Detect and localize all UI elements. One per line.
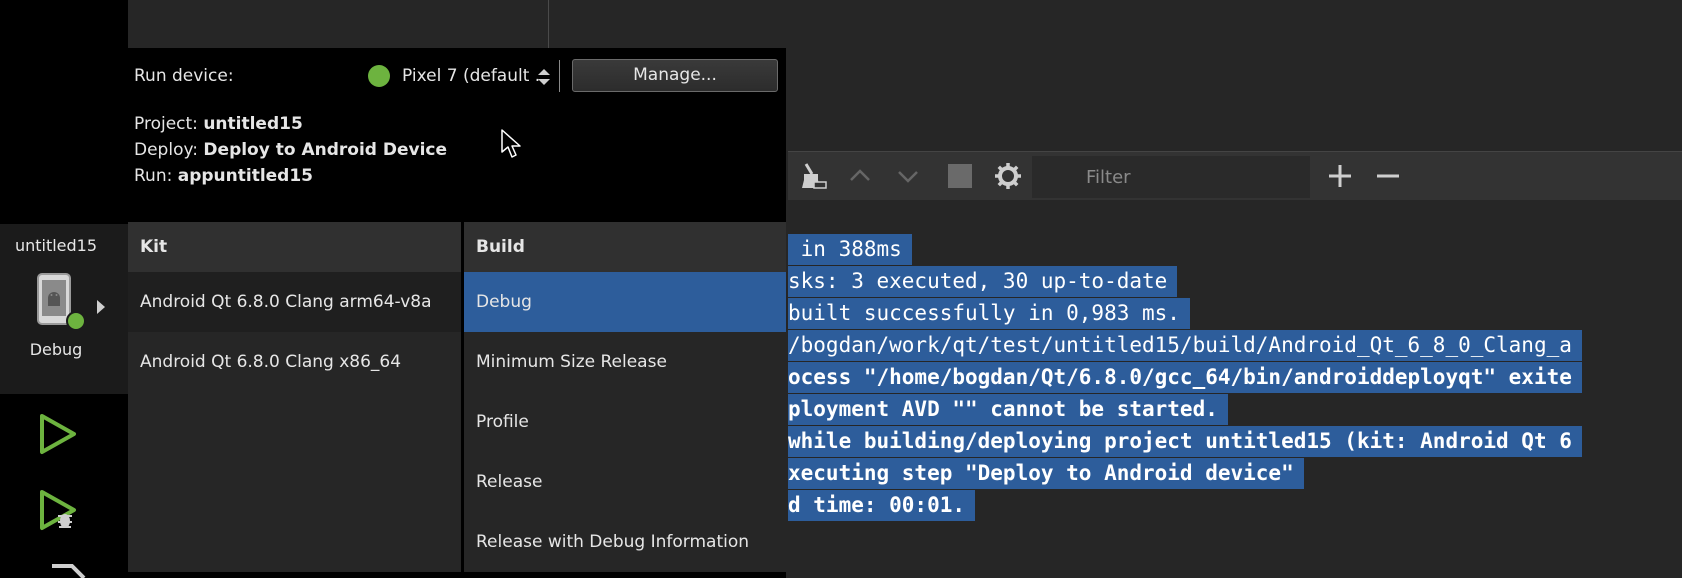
output-line: while building/deploying project untitle… [788, 426, 1582, 457]
popup-bottom-edge [128, 572, 786, 578]
kit-list: Android Qt 6.8.0 Clang arm64-v8a Android… [128, 222, 461, 572]
deploy-info: Deploy: Deploy to Android Device [134, 140, 447, 160]
output-line: in 388ms [788, 234, 912, 265]
chevron-right-icon[interactable] [97, 300, 105, 314]
project-info: Project: untitled15 [134, 114, 303, 134]
debug-run-icon[interactable] [38, 488, 78, 534]
run-device-select[interactable]: Pixel 7 (default ... [402, 66, 542, 86]
output-line: xecuting step "Deploy to Android device" [788, 458, 1304, 489]
build-icon[interactable] [50, 564, 86, 578]
stop-icon[interactable] [948, 164, 972, 188]
output-line: d time: 00:01. [788, 490, 976, 521]
run-device-label: Run device: [134, 66, 234, 86]
build-item[interactable]: Release with Debug Information [464, 512, 786, 572]
build-list: Debug Minimum Size Release Profile Relea… [464, 222, 786, 572]
build-item[interactable]: Minimum Size Release [464, 332, 786, 392]
editor-split-divider[interactable] [548, 0, 549, 48]
build-item[interactable]: Debug [464, 272, 786, 332]
output-pane[interactable]: in 388ms sks: 3 executed, 30 up-to-date … [788, 200, 1682, 578]
output-line: ocess "/home/bogdan/Qt/6.8.0/gcc_64/bin/… [788, 362, 1582, 393]
deploy-value: Deploy to Android Device [203, 140, 448, 160]
minus-icon[interactable] [1374, 162, 1402, 190]
kit-item[interactable]: Android Qt 6.8.0 Clang x86_64 [128, 332, 461, 392]
target-project-name: untitled15 [14, 236, 98, 255]
target-build-config: Debug [29, 340, 83, 359]
device-status-icon [66, 311, 86, 331]
plus-icon[interactable] [1326, 162, 1354, 190]
run-label: Run: [134, 166, 173, 186]
spinner-arrows-icon[interactable] [536, 66, 552, 88]
device-online-icon [368, 65, 390, 87]
project-value: untitled15 [203, 114, 303, 134]
output-line: ployment AVD "" cannot be started. [788, 394, 1228, 425]
build-item[interactable]: Profile [464, 392, 786, 452]
gear-icon[interactable] [994, 162, 1022, 190]
run-info: Run: appuntitled15 [134, 166, 313, 186]
kit-item[interactable]: Android Qt 6.8.0 Clang arm64-v8a [128, 272, 461, 332]
run-value: appuntitled15 [177, 166, 314, 186]
separator [559, 60, 560, 92]
chevron-up-icon[interactable] [848, 164, 872, 188]
filter-input[interactable] [1084, 160, 1304, 194]
build-column-header: Build [464, 222, 786, 272]
run-icon[interactable] [38, 412, 78, 456]
kit-column-header: Kit [128, 222, 461, 272]
clear-icon[interactable] [800, 162, 828, 190]
chevron-down-icon[interactable] [896, 164, 920, 188]
mouse-cursor-icon [501, 129, 521, 158]
output-line: sks: 3 executed, 30 up-to-date [788, 266, 1178, 297]
manage-button[interactable]: Manage... [572, 59, 778, 92]
build-item[interactable]: Release [464, 452, 786, 512]
output-line: /bogdan/work/qt/test/untitled15/build/An… [788, 330, 1582, 361]
deploy-label: Deploy: [134, 140, 199, 160]
output-line: built successfully in 0,983 ms. [788, 298, 1190, 329]
project-label: Project: [134, 114, 198, 134]
